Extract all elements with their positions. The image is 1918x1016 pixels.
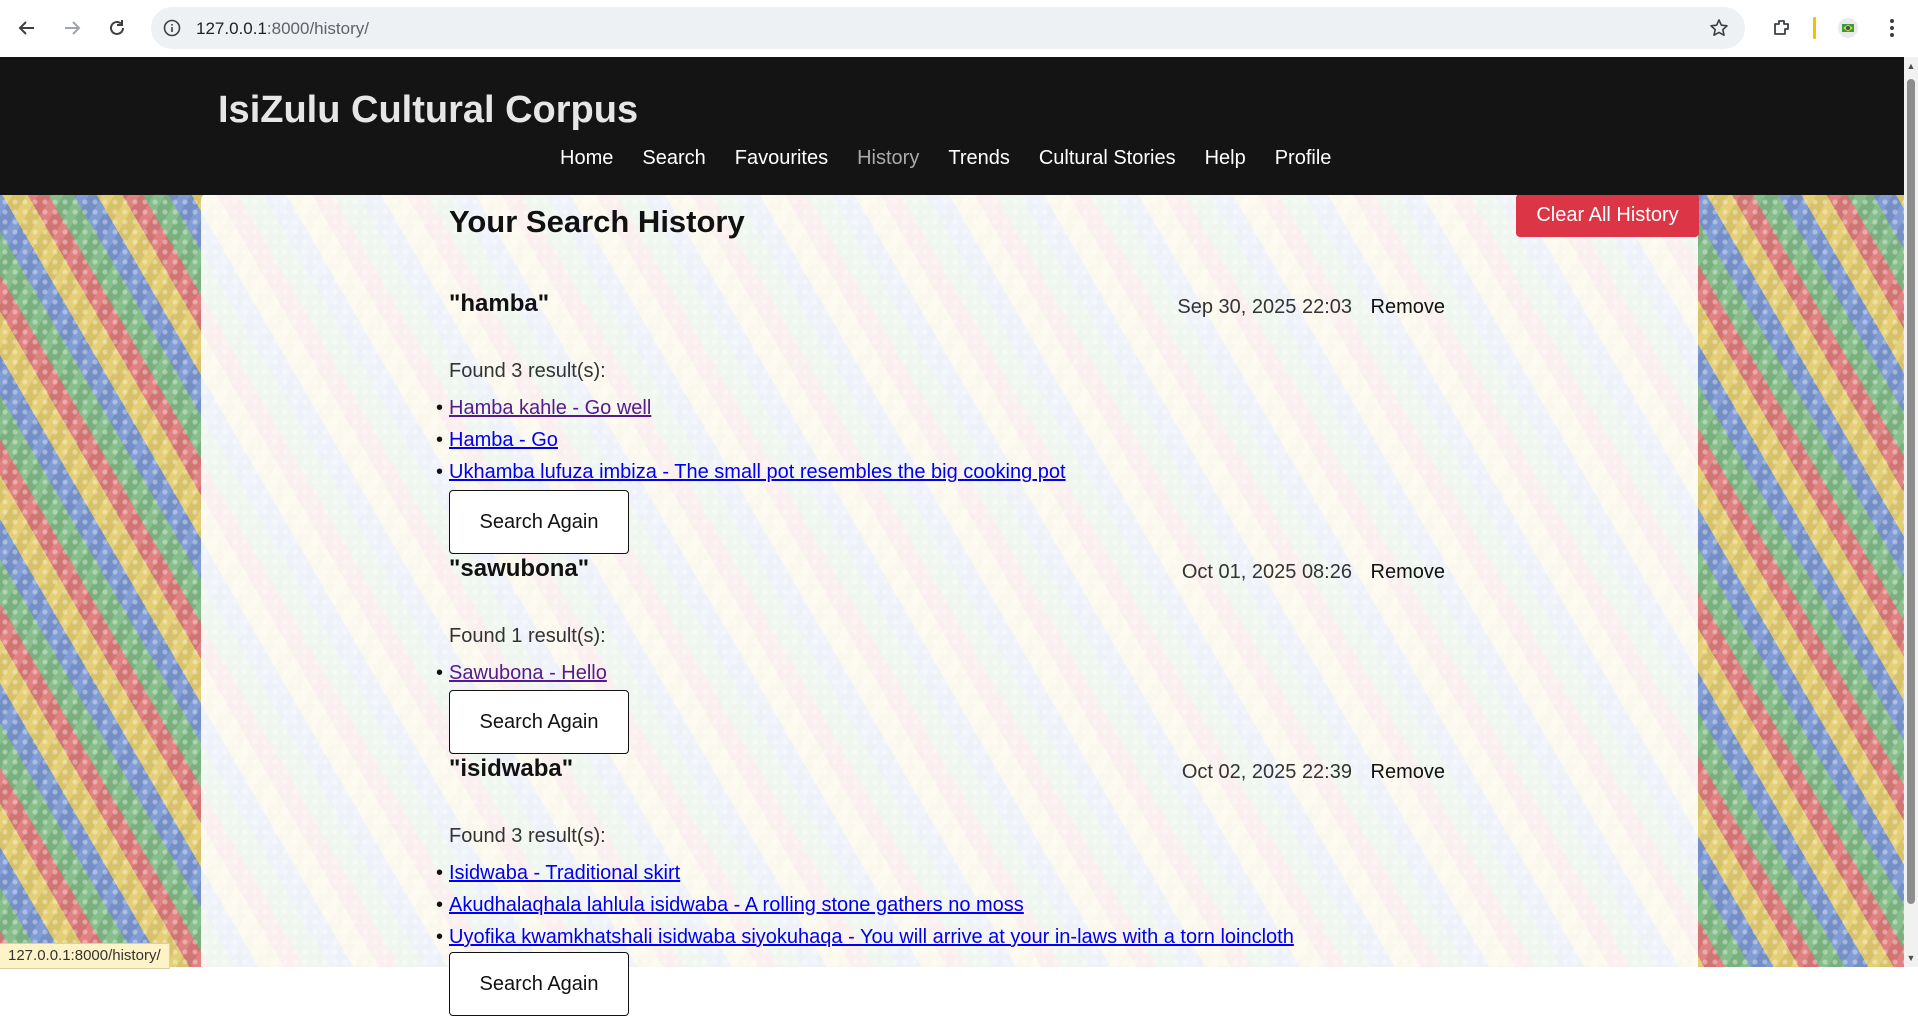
history-timestamp: Oct 02, 2025 22:39	[1181, 761, 1352, 783]
site-info-icon[interactable]	[161, 17, 183, 39]
back-icon[interactable]	[11, 12, 43, 44]
scrollbar-thumb[interactable]	[1907, 79, 1915, 904]
result-link[interactable]: Uyofika kwamkhatshali isidwaba siyokuhaq…	[449, 926, 1294, 948]
nav-favourites[interactable]: Favourites	[735, 147, 828, 170]
history-timestamp: Sep 30, 2025 22:03	[1177, 296, 1352, 318]
list-item: Uyofika kwamkhatshali isidwaba siyokuhaq…	[436, 921, 1294, 953]
page-title: Your Search History	[449, 204, 745, 239]
list-item: Hamba kahle - Go well	[436, 392, 1066, 424]
link-status-bubble: 127.0.0.1:8000/history/	[0, 943, 170, 969]
scroll-down-icon[interactable]: ▼	[1904, 951, 1918, 965]
result-link[interactable]: Isidwaba - Traditional skirt	[449, 862, 680, 884]
browser-menu-icon[interactable]	[1880, 12, 1904, 44]
nav-trends[interactable]: Trends	[948, 147, 1010, 170]
nav-profile[interactable]: Profile	[1275, 147, 1332, 170]
remove-button[interactable]: Remove	[1371, 761, 1445, 784]
list-item: Sawubona - Hello	[436, 657, 607, 689]
list-item: Hamba - Go	[436, 424, 1066, 456]
history-timestamp: Oct 01, 2025 08:26	[1181, 561, 1352, 583]
history-query: "sawubona"	[449, 555, 590, 582]
forward-icon[interactable]	[56, 12, 88, 44]
list-item: Isidwaba - Traditional skirt	[436, 857, 1294, 889]
page-scrollbar[interactable]: ▲ ▼	[1904, 57, 1918, 967]
list-item: Ukhamba lufuza imbiza - The small pot re…	[436, 456, 1066, 488]
reload-icon[interactable]	[101, 12, 133, 44]
nav-search[interactable]: Search	[642, 147, 705, 170]
clear-all-history-button[interactable]: Clear All History	[1516, 194, 1699, 237]
divider-mark	[1811, 12, 1817, 44]
result-count: Found 3 result(s):	[449, 825, 606, 847]
nav-cultural-stories[interactable]: Cultural Stories	[1039, 147, 1176, 170]
search-again-button[interactable]: Search Again	[449, 952, 629, 1016]
result-list: Sawubona - Hello	[436, 657, 607, 689]
nav-help[interactable]: Help	[1205, 147, 1246, 170]
main-nav: Home Search Favourites History Trends Cu…	[560, 147, 1360, 170]
nav-history[interactable]: History	[857, 147, 919, 170]
result-link[interactable]: Sawubona - Hello	[449, 662, 607, 684]
profile-avatar-icon[interactable]	[1832, 12, 1864, 44]
search-again-button[interactable]: Search Again	[449, 690, 629, 754]
remove-button[interactable]: Remove	[1371, 561, 1445, 584]
site-title: IsiZulu Cultural Corpus	[218, 89, 639, 131]
search-again-button[interactable]: Search Again	[449, 490, 629, 554]
list-item: Akudhalaqhala lahlula isidwaba - A rolli…	[436, 889, 1294, 921]
nav-home[interactable]: Home	[560, 147, 613, 170]
bookmark-star-icon[interactable]	[1707, 16, 1731, 40]
address-bar[interactable]: 127.0.0.1:8000/history/	[151, 7, 1745, 49]
history-query: "isidwaba"	[449, 755, 574, 782]
extensions-icon[interactable]	[1766, 12, 1798, 44]
result-link[interactable]: Hamba - Go	[449, 429, 558, 451]
site-header: IsiZulu Cultural Corpus Home Search Favo…	[0, 57, 1904, 195]
history-query: "hamba"	[449, 290, 550, 317]
result-list: Hamba kahle - Go well Hamba - Go Ukhamba…	[436, 392, 1066, 488]
scroll-up-icon[interactable]: ▲	[1904, 59, 1918, 73]
url-text: 127.0.0.1:8000/history/	[196, 19, 369, 39]
history-content: Your Search History Clear All History "h…	[436, 194, 1699, 1016]
url-host: 127.0.0.1	[196, 19, 267, 38]
remove-button[interactable]: Remove	[1371, 296, 1445, 319]
browser-toolbar: 127.0.0.1:8000/history/	[0, 0, 1918, 58]
url-path: :8000/history/	[266, 19, 369, 38]
result-count: Found 3 result(s):	[449, 360, 606, 382]
result-count: Found 1 result(s):	[449, 625, 606, 647]
result-list: Isidwaba - Traditional skirt Akudhalaqha…	[436, 857, 1294, 953]
result-link[interactable]: Ukhamba lufuza imbiza - The small pot re…	[449, 461, 1066, 483]
result-link[interactable]: Akudhalaqhala lahlula isidwaba - A rolli…	[449, 894, 1024, 916]
history-panel: Your Search History Clear All History "h…	[201, 194, 1699, 1016]
result-link[interactable]: Hamba kahle - Go well	[449, 397, 651, 419]
